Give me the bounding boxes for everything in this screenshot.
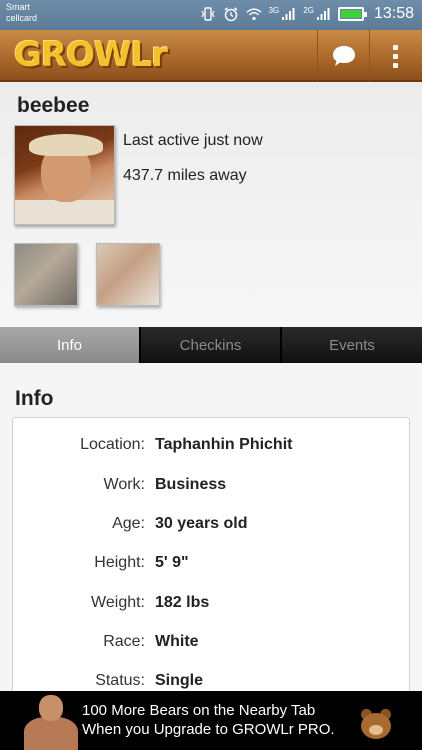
profile-username: beebee [17, 94, 90, 117]
battery-icon [337, 7, 367, 21]
last-active-text: Last active just now [123, 132, 263, 149]
info-row-age: Age: 30 years old [13, 515, 411, 539]
ad-image [22, 693, 80, 750]
ad-line-2: When you Upgrade to GROWLr PRO. [82, 721, 335, 738]
info-label: Work: [103, 476, 145, 493]
info-row-work: Work: Business [13, 476, 411, 500]
info-value: 182 lbs [155, 594, 210, 611]
carrier-line-2: cellcard [6, 13, 38, 23]
network-type-label-1: 3G [268, 5, 280, 15]
photo-thumbnail[interactable] [14, 243, 78, 306]
bear-icon [359, 709, 393, 739]
ad-line-1: 100 More Bears on the Nearby Tab [82, 702, 316, 719]
info-section: Info Location: Taphanhin Phichit Work: B… [0, 363, 422, 697]
profile-tabs: Info Checkins Events [0, 327, 422, 363]
tab-checkins[interactable]: Checkins [141, 327, 282, 363]
signal-icon [280, 6, 296, 22]
overflow-menu-icon [393, 44, 398, 68]
tab-info[interactable]: Info [0, 327, 141, 363]
signal-icon [315, 6, 331, 22]
info-card: Location: Taphanhin Phichit Work: Busine… [12, 417, 410, 697]
carrier-line-1: Smart [6, 2, 31, 12]
distance-text: 437.7 miles away [123, 167, 247, 184]
ad-text: 100 More Bears on the Nearby Tab When yo… [82, 701, 335, 739]
app-bar: GROWLr [0, 30, 422, 82]
tab-events[interactable]: Events [282, 327, 422, 363]
profile-header: beebee Last active just now 437.7 miles … [0, 82, 422, 327]
info-label: Weight: [91, 594, 145, 611]
upgrade-ad-banner[interactable]: 100 More Bears on the Nearby Tab When yo… [0, 691, 422, 750]
info-value: Single [155, 672, 204, 689]
photo-thumbnail[interactable] [96, 243, 160, 306]
alarm-icon [223, 6, 239, 22]
profile-avatar[interactable] [14, 125, 115, 225]
info-value: 5' 9" [155, 554, 189, 571]
info-row-height: Height: 5' 9" [13, 554, 411, 578]
chat-button[interactable] [317, 30, 369, 82]
chat-icon [332, 46, 355, 66]
carrier-name: Smart cellcard [6, 2, 37, 24]
info-label: Height: [94, 554, 145, 571]
info-row-weight: Weight: 182 lbs [13, 594, 411, 618]
info-value: 30 years old [155, 515, 248, 532]
network-type-label-2: 2G [303, 5, 314, 15]
status-bar: Smart cellcard 3G 2G 13:58 [0, 0, 422, 30]
info-label: Location: [80, 436, 145, 453]
status-time: 13:58 [373, 5, 414, 22]
info-row-location: Location: Taphanhin Phichit [13, 436, 411, 460]
info-heading: Info [15, 387, 54, 410]
status-icons: 3G 2G 13:58 [200, 5, 414, 23]
info-row-race: Race: White [13, 633, 411, 657]
info-value: Taphanhin Phichit [155, 436, 293, 453]
info-value: Business [155, 476, 227, 493]
overflow-menu-button[interactable] [369, 30, 421, 82]
app-logo: GROWLr [14, 35, 168, 75]
info-value: White [155, 633, 199, 650]
info-label: Race: [103, 633, 145, 650]
wifi-icon [246, 6, 262, 22]
vibrate-icon [200, 6, 216, 22]
info-label: Age: [112, 515, 145, 532]
info-label: Status: [95, 672, 145, 689]
